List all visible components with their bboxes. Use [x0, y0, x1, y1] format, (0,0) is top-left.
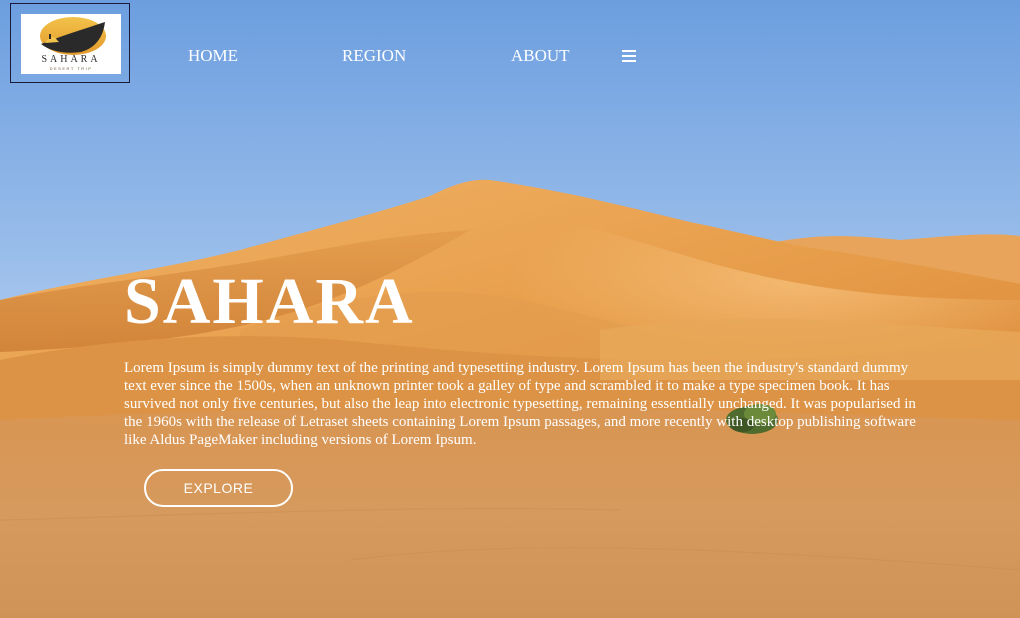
logo-name: SAHARA: [41, 54, 101, 65]
logo-link[interactable]: SAHARA DESERT TRIP: [10, 3, 130, 83]
menu-bar: [622, 50, 636, 52]
explore-button[interactable]: EXPLORE: [144, 469, 293, 507]
nav-about-link[interactable]: ABOUT: [511, 46, 570, 66]
nav-home-link[interactable]: HOME: [188, 46, 238, 66]
hero-title: SAHARA: [124, 265, 415, 338]
logo-tagline: DESERT TRIP: [49, 66, 93, 71]
menu-bar: [622, 55, 636, 57]
hero-section: SAHARA DESERT TRIP HOME REGION ABOUT SAH…: [0, 0, 1020, 618]
hamburger-menu-icon[interactable]: [622, 48, 636, 62]
menu-bar: [622, 60, 636, 62]
logo: SAHARA DESERT TRIP: [21, 14, 121, 74]
sun-camel-logo-icon: [40, 17, 106, 55]
nav-region-link[interactable]: REGION: [342, 46, 406, 66]
hero-description: Lorem Ipsum is simply dummy text of the …: [124, 360, 916, 448]
